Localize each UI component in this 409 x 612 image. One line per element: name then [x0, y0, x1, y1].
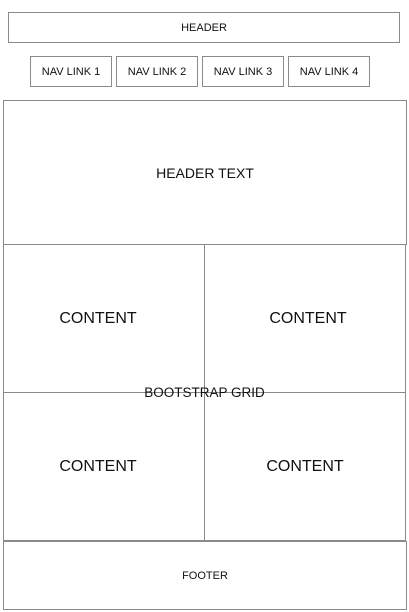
hero-section: HEADER TEXT — [3, 100, 407, 245]
site-footer: FOOTER — [3, 541, 407, 610]
site-header: HEADER — [8, 12, 400, 43]
content-cell-label: CONTENT — [269, 309, 347, 327]
nav-link-label: NAV LINK 4 — [299, 65, 359, 78]
content-cell-2: CONTENT — [204, 244, 406, 393]
content-cell-4: CONTENT — [204, 392, 406, 541]
nav-link-label: NAV LINK 3 — [213, 65, 273, 78]
nav-link-label: NAV LINK 2 — [127, 65, 187, 78]
hero-text: HEADER TEXT — [156, 164, 254, 181]
nav-link-2[interactable]: NAV LINK 2 — [116, 56, 198, 87]
content-cell-label: CONTENT — [59, 309, 137, 327]
content-cell-label: CONTENT — [59, 457, 137, 475]
content-cell-1: CONTENT — [3, 244, 205, 393]
nav-link-4[interactable]: NAV LINK 4 — [288, 56, 370, 87]
nav-link-label: NAV LINK 1 — [41, 65, 101, 78]
content-cell-3: CONTENT — [3, 392, 205, 541]
content-cell-label: CONTENT — [266, 457, 344, 475]
nav-link-1[interactable]: NAV LINK 1 — [30, 56, 112, 87]
header-label: HEADER — [181, 21, 227, 34]
footer-label: FOOTER — [182, 569, 228, 582]
nav-link-3[interactable]: NAV LINK 3 — [202, 56, 284, 87]
